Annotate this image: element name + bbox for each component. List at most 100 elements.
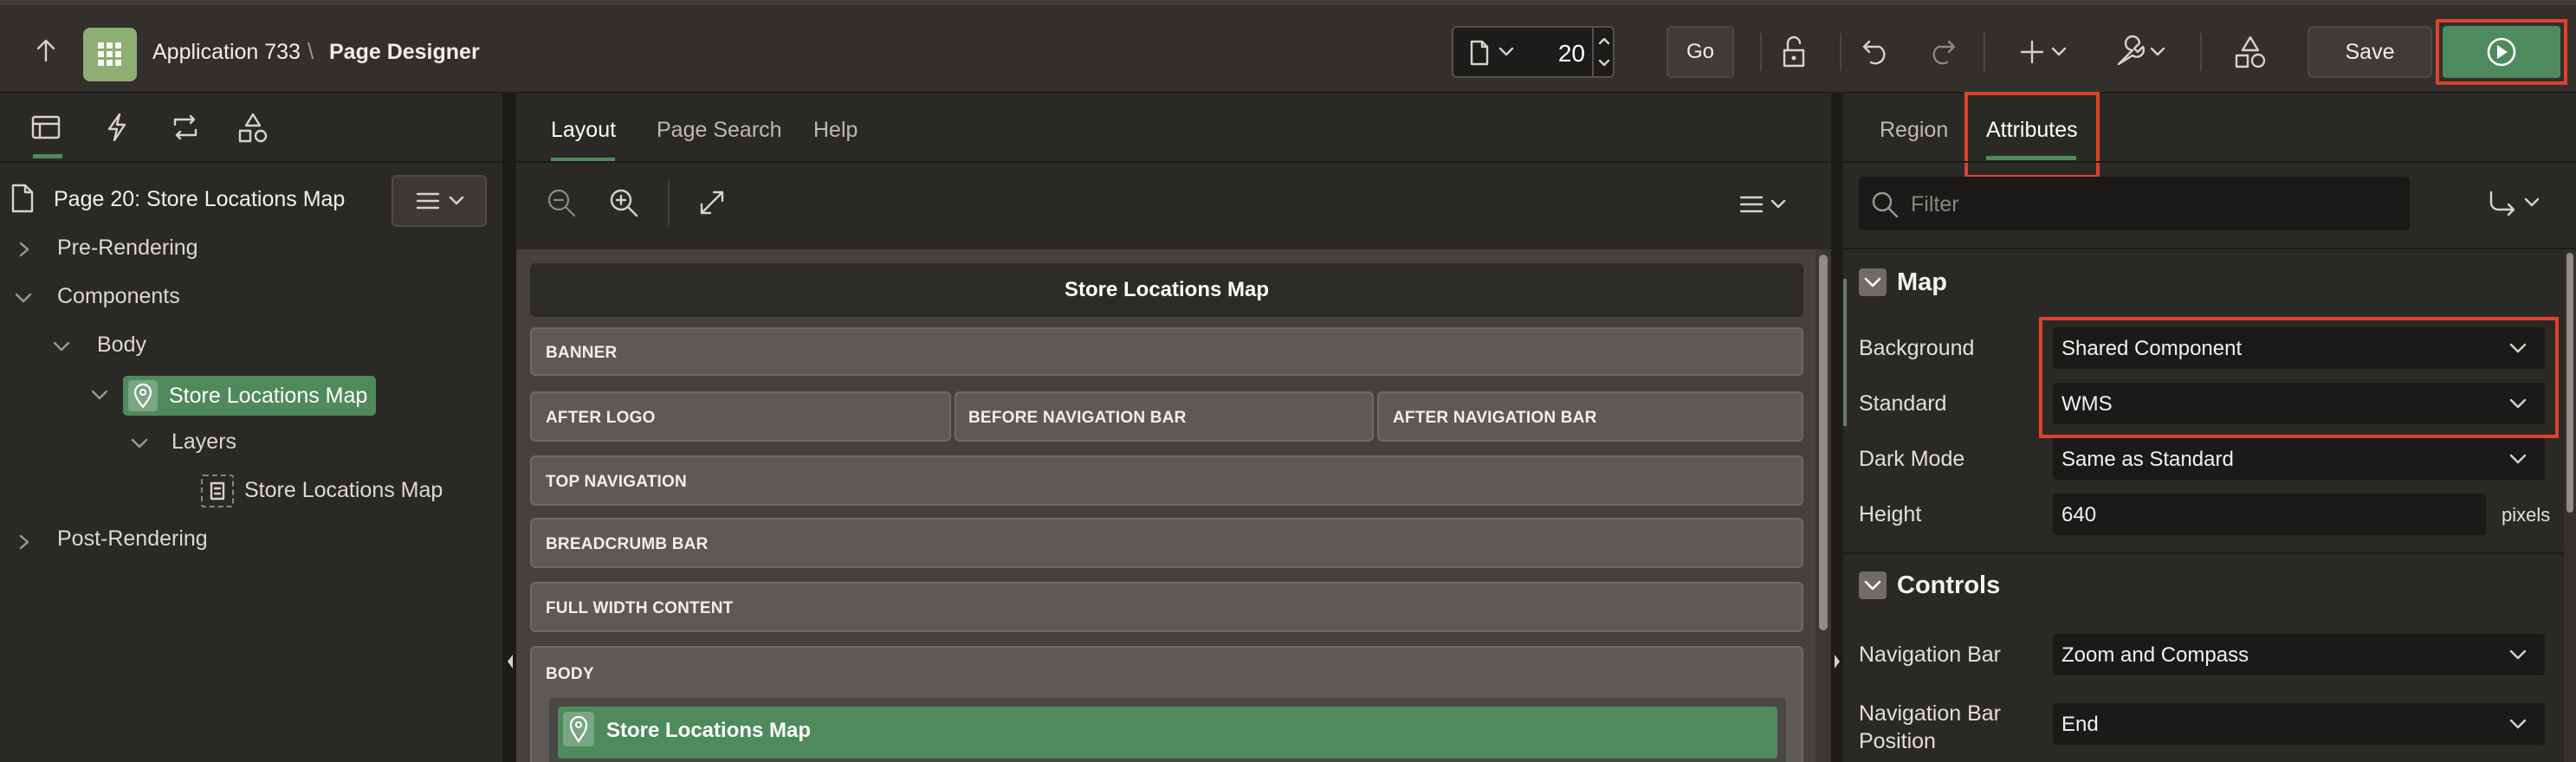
toolbar-divider [2200, 33, 2202, 71]
tab-divider [1843, 161, 2576, 163]
section-collapse-toggle[interactable] [1859, 572, 1887, 599]
chevron-right-icon[interactable] [17, 533, 31, 551]
app-name-link[interactable]: Application 733 [152, 40, 301, 65]
height-label: Height [1859, 502, 1922, 526]
chevron-right-icon[interactable] [17, 241, 31, 258]
processing-tab-icon[interactable] [170, 113, 201, 142]
chevron-down-icon [2508, 718, 2527, 730]
layout-page-title-bar: Store Locations Map [530, 263, 1803, 317]
shared-components-icon[interactable] [2233, 35, 2268, 69]
section-title-controls: Controls [1897, 572, 2001, 599]
slot-after-navigation-bar[interactable]: AFTER NAVIGATION BAR [1377, 391, 1803, 442]
slot-banner[interactable]: BANNER [530, 327, 1803, 376]
layout-scrollbar-thumb[interactable] [1819, 255, 1828, 630]
page-number-stepper[interactable] [1592, 28, 1615, 76]
active-tab-indicator [33, 154, 62, 158]
slot-label: BANNER [546, 344, 618, 362]
layout-menu-icon[interactable] [1738, 192, 1790, 216]
wrench-icon[interactable] [2113, 35, 2171, 69]
dynamic-actions-tab-icon[interactable] [104, 113, 130, 142]
create-menu-button[interactable] [2020, 38, 2072, 66]
tab-page-search[interactable]: Page Search [657, 118, 782, 143]
menu-icon [416, 192, 464, 210]
navigation-bar-label: Navigation Bar [1859, 643, 2001, 667]
chevron-down-icon [1864, 277, 1881, 287]
shared-components-tab-icon[interactable] [237, 113, 269, 144]
tree-node-components[interactable]: Components [57, 284, 180, 309]
tree-menu-button[interactable] [392, 175, 487, 227]
dark-mode-select[interactable]: Same as Standard [2053, 438, 2545, 480]
region-label: Store Locations Map [169, 384, 368, 408]
body-region-label: Store Locations Map [606, 719, 812, 742]
breadcrumb-separator: \ [307, 38, 314, 64]
chevron-down-icon[interactable] [52, 339, 71, 353]
slot-full-width-content[interactable]: FULL WIDTH CONTENT [530, 582, 1803, 632]
go-button[interactable]: Go [1667, 26, 1734, 78]
page-number-input[interactable]: 20 [1533, 40, 1585, 68]
tree-node-post-rendering[interactable]: Post-Rendering [57, 526, 208, 552]
page-icon[interactable] [1469, 40, 1490, 66]
body-region-store-locations-map[interactable]: Store Locations Map [558, 707, 1777, 759]
slot-label: TOP NAVIGATION [546, 473, 687, 491]
tab-help[interactable]: Help [813, 118, 858, 143]
navigation-bar-position-label: Navigation Bar Position [1859, 701, 2001, 753]
chevron-down-icon[interactable] [14, 291, 33, 305]
expand-icon[interactable] [698, 189, 726, 216]
navigation-bar-select[interactable]: Zoom and Compass [2053, 634, 2545, 675]
filter-input[interactable]: Filter [1859, 177, 2410, 230]
slot-label: FULL WIDTH CONTENT [546, 599, 734, 617]
left-splitter[interactable] [504, 94, 516, 762]
height-input[interactable]: 640 [2053, 494, 2486, 535]
layout-page-title: Store Locations Map [1064, 278, 1270, 301]
dark-mode-value: Same as Standard [2061, 448, 2234, 471]
toolbar-divider [1984, 33, 1985, 71]
tab-region[interactable]: Region [1880, 118, 1948, 143]
standard-label: Standard [1859, 391, 1947, 416]
slot-top-navigation[interactable]: TOP NAVIGATION [530, 455, 1803, 506]
tree-node-pre-rendering[interactable]: Pre-Rendering [57, 236, 198, 261]
section-marker [1843, 279, 1847, 426]
navigation-bar-position-select[interactable]: End [2053, 703, 2545, 745]
section-collapse-toggle[interactable] [1859, 268, 1887, 296]
rendering-tab-icon[interactable] [31, 114, 61, 140]
up-arrow-icon[interactable] [31, 36, 61, 66]
rendering-tree-panel: Page 20: Store Locations Map Pre-Renderi… [0, 94, 504, 762]
zoom-in-icon[interactable] [608, 187, 639, 218]
section-title-map: Map [1897, 268, 1947, 296]
layout-scrollbar-track[interactable] [1815, 249, 1831, 762]
chevron-down-icon[interactable] [130, 436, 149, 450]
slot-label: BEFORE NAVIGATION BAR [968, 409, 1187, 427]
tree-node-region-selected[interactable]: Store Locations Map [123, 376, 376, 416]
tree-node-layer-item[interactable]: Store Locations Map [244, 478, 443, 503]
layer-icon [201, 475, 234, 507]
right-splitter[interactable] [1831, 94, 1843, 762]
undo-icon[interactable] [1861, 36, 1893, 68]
height-value: 640 [2061, 503, 2097, 526]
toolbar-divider [1840, 33, 1841, 71]
zoom-out-icon[interactable] [546, 187, 577, 218]
property-editor-panel: Region Attributes Filter Map Background … [1843, 92, 2576, 762]
go-to-group-icon[interactable] [2486, 189, 2541, 218]
tree-node-layers[interactable]: Layers [172, 429, 236, 455]
search-icon [1871, 190, 1899, 218]
page-title[interactable]: Page 20: Store Locations Map [54, 187, 345, 212]
slot-body[interactable]: BODY Store Locations Map [530, 646, 1803, 762]
properties-scrollbar-thumb[interactable] [2566, 253, 2573, 513]
slot-after-logo[interactable]: AFTER LOGO [530, 391, 951, 442]
chevron-down-icon [2508, 453, 2527, 465]
chevron-down-icon[interactable] [1498, 47, 1514, 57]
redo-icon[interactable] [1925, 36, 1958, 68]
attributes-highlight-box [1964, 92, 2100, 178]
navigation-bar-position-value: End [2061, 713, 2099, 736]
slot-before-navigation-bar[interactable]: BEFORE NAVIGATION BAR [955, 391, 1374, 442]
map-settings-highlight-box [2039, 317, 2559, 438]
lock-icon[interactable] [1777, 35, 1810, 69]
page-designer-title: Page Designer [329, 40, 480, 64]
tree-node-body[interactable]: Body [97, 333, 146, 358]
save-button[interactable]: Save [2307, 26, 2432, 78]
slot-breadcrumb-bar[interactable]: BREADCRUMB BAR [530, 518, 1803, 568]
chevron-down-icon[interactable] [90, 388, 109, 402]
tab-layout[interactable]: Layout [551, 118, 616, 143]
properties-scrollbar-track[interactable] [2564, 249, 2576, 762]
run-page-button[interactable] [2443, 26, 2560, 78]
